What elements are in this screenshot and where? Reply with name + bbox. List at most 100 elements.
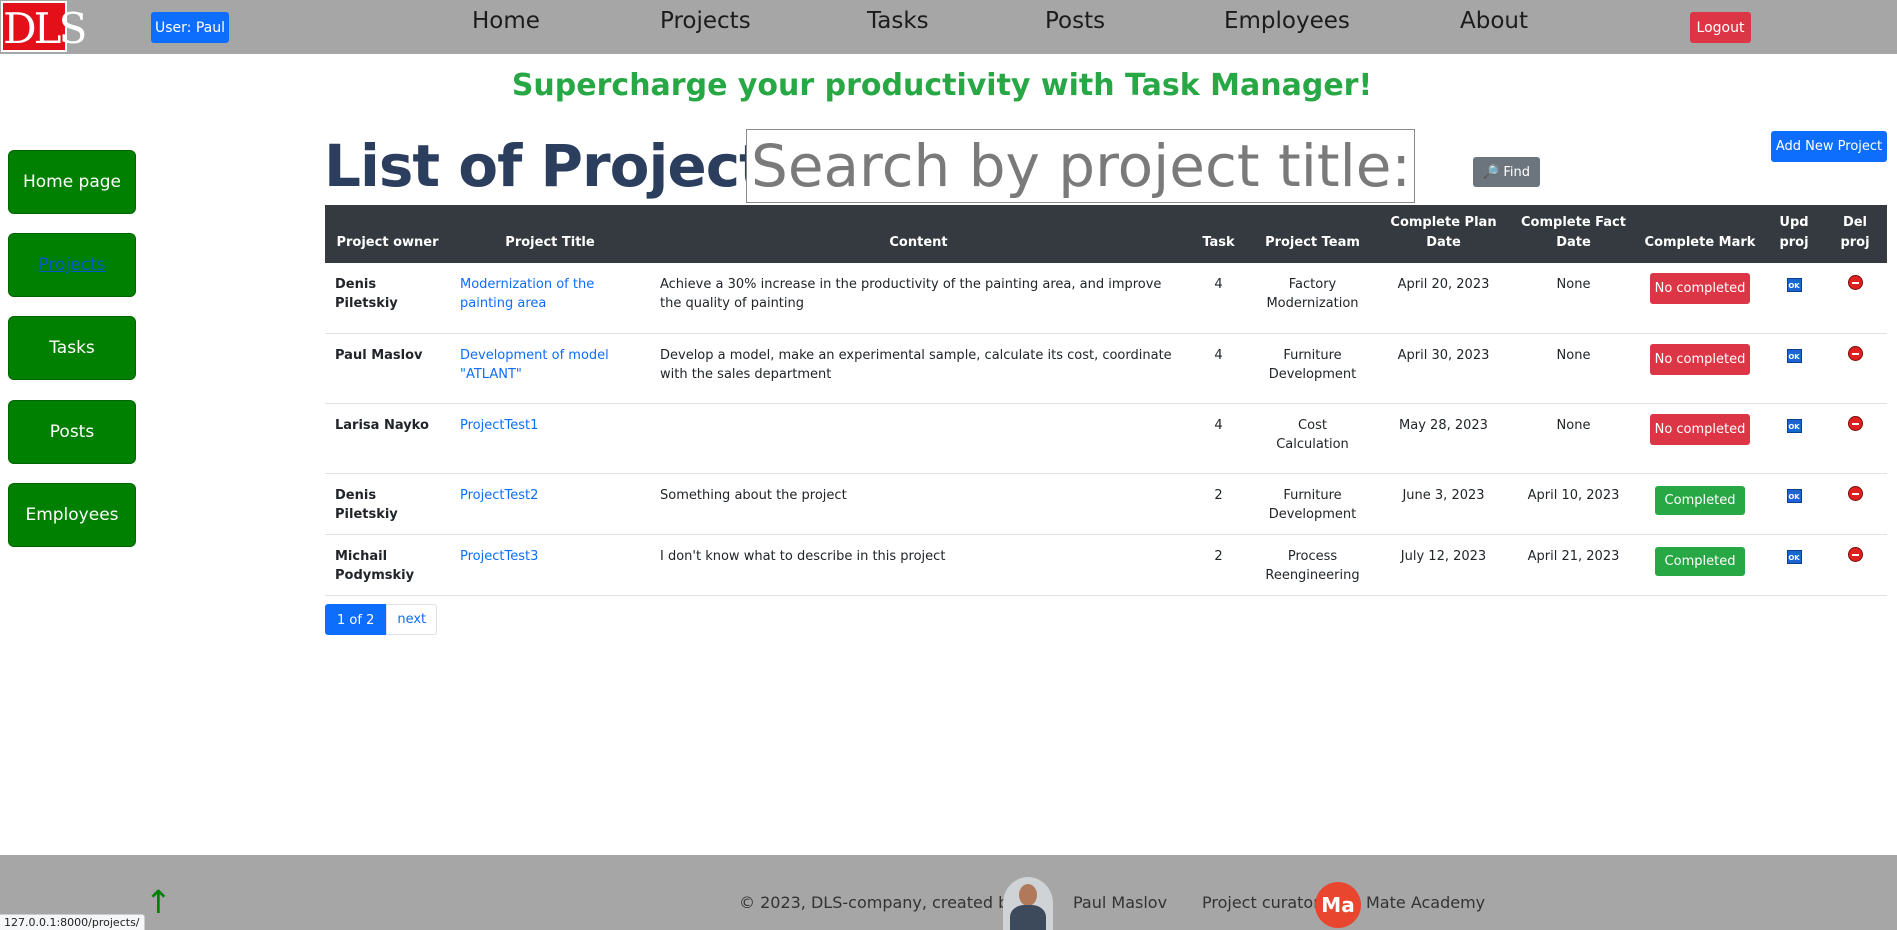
nav-link-home[interactable]: Home	[472, 8, 540, 34]
cell-upd: OK	[1765, 333, 1823, 404]
author-name: Paul Maslov	[1073, 893, 1168, 912]
cell-team: Furniture Development	[1250, 473, 1375, 535]
curator-label: Project curator:	[1202, 893, 1325, 912]
scroll-up-arrow-icon[interactable]: ↑	[145, 883, 172, 921]
cell-mark: Completed	[1635, 473, 1765, 535]
nav-link-tasks[interactable]: Tasks	[867, 8, 929, 34]
cell-team: Factory Modernization	[1250, 263, 1375, 334]
delete-project-icon[interactable]	[1847, 485, 1863, 501]
delete-project-icon[interactable]	[1847, 546, 1863, 562]
add-new-project-button[interactable]: Add New Project	[1771, 131, 1887, 162]
nav-link-projects[interactable]: Projects	[660, 8, 751, 34]
logout-button[interactable]: Logout	[1690, 12, 1751, 43]
update-project-icon[interactable]: OK	[1786, 549, 1802, 564]
cell-task: 4	[1187, 263, 1250, 334]
cell-content: I don't know what to describe in this pr…	[650, 534, 1187, 596]
search-icon: 🔎	[1483, 164, 1500, 180]
sidebar-item-label: Employees	[25, 505, 119, 525]
table-row: Michail Podymskiy ProjectTest3 I don't k…	[325, 534, 1887, 596]
col-header-title: Project Title	[450, 205, 650, 263]
projects-table: Project owner Project Title Content Task…	[325, 205, 1887, 596]
cell-mark: No completed	[1635, 403, 1765, 474]
project-title-link[interactable]: ProjectTest2	[450, 473, 650, 535]
status-badge-completed[interactable]: Completed	[1654, 546, 1746, 576]
sidebar-item-label: Posts	[49, 422, 95, 442]
nav-link-employees[interactable]: Employees	[1224, 8, 1350, 34]
sidebar-item-label: Tasks	[49, 338, 95, 358]
col-header-owner: Project owner	[325, 205, 450, 263]
delete-project-icon[interactable]	[1847, 345, 1863, 361]
project-title-link[interactable]: ProjectTest1	[450, 403, 650, 474]
update-project-icon[interactable]: OK	[1786, 348, 1802, 363]
dls-logo[interactable]: DLS	[1, 1, 87, 53]
top-navbar: DLS User: Paul Home Projects Tasks Posts…	[0, 0, 1897, 54]
cell-plan-date: July 12, 2023	[1375, 534, 1512, 596]
status-badge-no-completed[interactable]: No completed	[1650, 273, 1750, 304]
sidebar-item-projects[interactable]: Projects	[8, 233, 136, 297]
sidebar-item-label: Projects	[38, 255, 106, 275]
status-badge-no-completed[interactable]: No completed	[1650, 343, 1750, 375]
project-title-link[interactable]: ProjectTest3	[450, 534, 650, 596]
status-bar-url: 127.0.0.1:8000/projects/	[0, 914, 145, 930]
cell-plan-date: April 20, 2023	[1375, 263, 1512, 334]
delete-project-icon[interactable]	[1847, 275, 1863, 290]
table-row: Larisa Nayko ProjectTest1 4 Cost Calcula…	[325, 403, 1887, 474]
nav-link-about[interactable]: About	[1460, 8, 1528, 34]
delete-project-icon[interactable]	[1847, 415, 1863, 431]
cell-fact-date: April 21, 2023	[1512, 534, 1635, 596]
copyright-text: © 2023, DLS-company, created by	[739, 893, 1018, 912]
project-title-link[interactable]: Development of model "ATLANT"	[450, 333, 650, 404]
sidebar-item-employees[interactable]: Employees	[8, 483, 136, 547]
cell-task: 4	[1187, 333, 1250, 404]
cell-team: Process Reengineering	[1250, 534, 1375, 596]
cell-fact-date: None	[1512, 333, 1635, 404]
cell-task: 2	[1187, 473, 1250, 535]
nav-link-posts[interactable]: Posts	[1045, 8, 1105, 34]
status-badge-no-completed[interactable]: No completed	[1650, 413, 1750, 445]
table-row: Denis Piletskiy Modernization of the pai…	[325, 263, 1887, 334]
cell-fact-date: None	[1512, 403, 1635, 474]
cell-mark: Completed	[1635, 534, 1765, 596]
cell-content: Achieve a 30% increase in the productivi…	[650, 263, 1187, 334]
sidebar-item-home-page[interactable]: Home page	[8, 150, 136, 214]
update-project-icon[interactable]: OK	[1786, 488, 1802, 503]
search-input[interactable]	[746, 129, 1415, 203]
table-header-row: Project owner Project Title Content Task…	[325, 205, 1887, 263]
cell-owner: Paul Maslov	[325, 333, 450, 404]
update-project-icon[interactable]: OK	[1786, 418, 1802, 433]
page-title: List of Projects	[324, 132, 800, 200]
pagination: 1 of 2 next	[325, 604, 438, 635]
cell-owner: Michail Podymskiy	[325, 534, 450, 596]
cell-upd: OK	[1765, 534, 1823, 596]
cell-team: Furniture Development	[1250, 333, 1375, 404]
sidebar-item-posts[interactable]: Posts	[8, 400, 136, 464]
user-button[interactable]: User: Paul	[151, 12, 229, 43]
avatar-body	[1010, 905, 1046, 930]
status-badge-completed[interactable]: Completed	[1654, 485, 1746, 515]
mate-academy-logo: Ma	[1315, 882, 1361, 928]
project-title-link[interactable]: Modernization of the painting area	[450, 263, 650, 334]
table-row: Denis Piletskiy ProjectTest2 Something a…	[325, 473, 1887, 535]
col-header-mark: Complete Mark	[1635, 205, 1765, 263]
pagination-next-link[interactable]: next	[386, 604, 438, 635]
update-project-icon[interactable]: OK	[1786, 278, 1802, 292]
find-label: Find	[1503, 164, 1530, 180]
cell-task: 2	[1187, 534, 1250, 596]
col-header-team: Project Team	[1250, 205, 1375, 263]
cell-upd: OK	[1765, 263, 1823, 334]
sidebar-item-tasks[interactable]: Tasks	[8, 316, 136, 380]
cell-content: Develop a model, make an experimental sa…	[650, 333, 1187, 404]
cell-owner: Larisa Nayko	[325, 403, 450, 474]
find-button[interactable]: 🔎 Find	[1473, 157, 1540, 187]
col-header-plan-date: Complete Plan Date	[1375, 205, 1512, 263]
cell-owner: Denis Piletskiy	[325, 473, 450, 535]
cell-task: 4	[1187, 403, 1250, 474]
avatar-head	[1019, 884, 1037, 906]
cell-mark: No completed	[1635, 333, 1765, 404]
cell-content	[650, 403, 1187, 474]
slogan: Supercharge your productivity with Task …	[511, 68, 1373, 103]
cell-del	[1823, 263, 1887, 334]
table-row: Paul Maslov Development of model "ATLANT…	[325, 333, 1887, 404]
footer: ↑ © 2023, DLS-company, created by Paul M…	[0, 855, 1897, 930]
cell-upd: OK	[1765, 403, 1823, 474]
